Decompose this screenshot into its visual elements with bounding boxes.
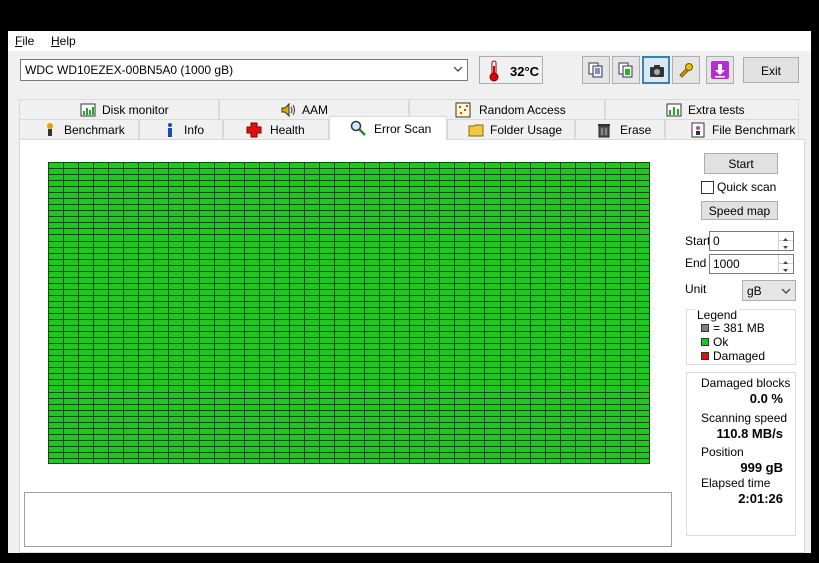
info-icon — [168, 123, 172, 137]
tab-disk-monitor[interactable]: Disk monitor — [19, 99, 219, 119]
menu-help-key: H — [51, 34, 60, 48]
chevron-down-icon — [783, 246, 788, 249]
start-field[interactable]: 0 — [709, 231, 794, 251]
down-arrow-icon — [711, 61, 729, 79]
tools-icon — [679, 63, 693, 78]
disk-monitor-icon — [80, 103, 96, 117]
thermometer-icon — [489, 60, 499, 82]
drive-select-value: WDC WD10EZEX-00BN5A0 (1000 gB) — [25, 63, 234, 77]
scan-stats-panel: Damaged blocks 0.0 % Scanning speed 110.… — [686, 372, 796, 536]
tab-random-access-label: Random Access — [479, 103, 566, 117]
start-scan-label: Start — [728, 157, 754, 171]
camera-icon — [650, 65, 664, 77]
tab-file-benchmark-label: File Benchmark — [712, 123, 796, 137]
screenshot-button[interactable] — [642, 56, 670, 84]
folder-icon — [468, 124, 484, 137]
options-button[interactable] — [672, 56, 700, 84]
tab-extra-tests[interactable]: Extra tests — [605, 99, 799, 119]
temperature-display: 32°C — [479, 56, 543, 84]
magnifier-icon — [350, 120, 366, 136]
unit-select-value: gB — [747, 284, 762, 298]
legend-ok-label: Ok — [713, 335, 729, 349]
elapsed-time-label: Elapsed time — [701, 476, 771, 490]
copy-report-button[interactable] — [612, 56, 640, 84]
menu-file-rest: ile — [22, 34, 35, 48]
tab-erase-label: Erase — [620, 123, 652, 137]
legend-damaged-swatch — [701, 352, 709, 360]
start-field-label: Start — [685, 234, 711, 248]
copy-text-icon — [588, 62, 603, 78]
legend-group: Legend = 381 MB Ok Damaged — [686, 308, 796, 365]
tab-info-label: Info — [184, 123, 205, 137]
scanning-speed-label: Scanning speed — [701, 411, 788, 425]
unit-label: Unit — [685, 282, 707, 296]
temperature-number: 32 — [510, 64, 525, 79]
tab-health[interactable]: Health — [223, 119, 329, 139]
start-field-value: 0 — [713, 234, 720, 248]
legend-ok-swatch — [701, 338, 709, 346]
quick-scan-checkbox[interactable] — [701, 181, 714, 194]
damaged-blocks-label: Damaged blocks — [701, 376, 791, 390]
end-field-label: End — [685, 256, 707, 270]
elapsed-time-value: 2:01:26 — [738, 491, 783, 506]
trash-icon — [598, 124, 610, 138]
legend-block-size: = 381 MB — [713, 321, 765, 335]
tab-folder-usage[interactable]: Folder Usage — [447, 119, 575, 139]
tab-benchmark[interactable]: Benchmark — [19, 119, 139, 139]
legend-damaged-label: Damaged — [713, 349, 766, 363]
tab-file-benchmark[interactable]: File Benchmark — [665, 119, 799, 139]
tab-error-scan[interactable]: Error Scan — [329, 116, 447, 140]
main-window: File Help WDC WD10EZEX-00BN5A0 (1000 gB)… — [8, 31, 811, 553]
tab-extra-tests-label: Extra tests — [688, 103, 745, 117]
chevron-down-icon — [453, 66, 463, 72]
chevron-down-icon — [783, 269, 788, 272]
start-spinner[interactable] — [778, 232, 793, 250]
exit-button[interactable]: Exit — [743, 57, 799, 83]
error-scan-panel: Start Quick scan Speed map Start 0 End 1… — [19, 139, 805, 553]
copy-text-button[interactable] — [582, 56, 610, 84]
damaged-blocks-value: 0.0 % — [749, 391, 783, 406]
scan-log-area[interactable] — [24, 492, 672, 547]
speed-map-label: Speed map — [708, 204, 771, 218]
menu-bar: File Help — [8, 31, 811, 51]
extra-tests-icon — [666, 103, 682, 117]
tab-aam-label: AAM — [302, 103, 329, 117]
health-cross-icon — [246, 122, 262, 138]
tab-benchmark-label: Benchmark — [64, 123, 125, 137]
scanning-speed-value: 110.8 MB/s — [716, 426, 784, 441]
unit-select[interactable]: gB — [742, 280, 796, 301]
end-spinner[interactable] — [778, 255, 793, 273]
download-button[interactable] — [706, 56, 734, 84]
scan-grid-svg — [48, 162, 650, 464]
start-scan-button[interactable]: Start — [704, 153, 778, 174]
copy-report-icon — [618, 62, 633, 78]
tab-disk-monitor-label: Disk monitor — [102, 103, 169, 117]
end-field[interactable]: 1000 — [709, 254, 794, 274]
position-value: 999 gB — [740, 460, 783, 475]
random-access-icon — [455, 102, 471, 118]
legend-block-swatch — [701, 324, 709, 332]
position-label: Position — [701, 445, 744, 459]
chevron-down-icon — [781, 288, 791, 294]
tab-info[interactable]: Info — [139, 119, 223, 139]
exit-button-label: Exit — [760, 64, 781, 78]
tab-folder-usage-label: Folder Usage — [490, 123, 563, 137]
menu-help-rest: elp — [59, 34, 76, 48]
tab-erase[interactable]: Erase — [575, 119, 665, 139]
tab-error-scan-label: Error Scan — [374, 122, 432, 136]
quick-scan-label: Quick scan — [717, 180, 777, 194]
temperature-value: 32°C — [510, 64, 539, 79]
end-field-value: 1000 — [713, 257, 740, 271]
legend-title: Legend — [695, 308, 740, 322]
file-benchmark-icon — [691, 122, 705, 138]
temperature-unit: °C — [524, 64, 540, 79]
menu-help[interactable]: Help — [51, 34, 76, 48]
speaker-icon — [281, 102, 295, 118]
speed-map-button[interactable]: Speed map — [701, 201, 778, 220]
tab-health-label: Health — [270, 123, 305, 137]
scan-block-grid — [48, 162, 650, 464]
menu-file[interactable]: File — [15, 34, 34, 48]
benchmark-icon — [47, 123, 53, 136]
drive-select[interactable]: WDC WD10EZEX-00BN5A0 (1000 gB) — [20, 59, 468, 81]
